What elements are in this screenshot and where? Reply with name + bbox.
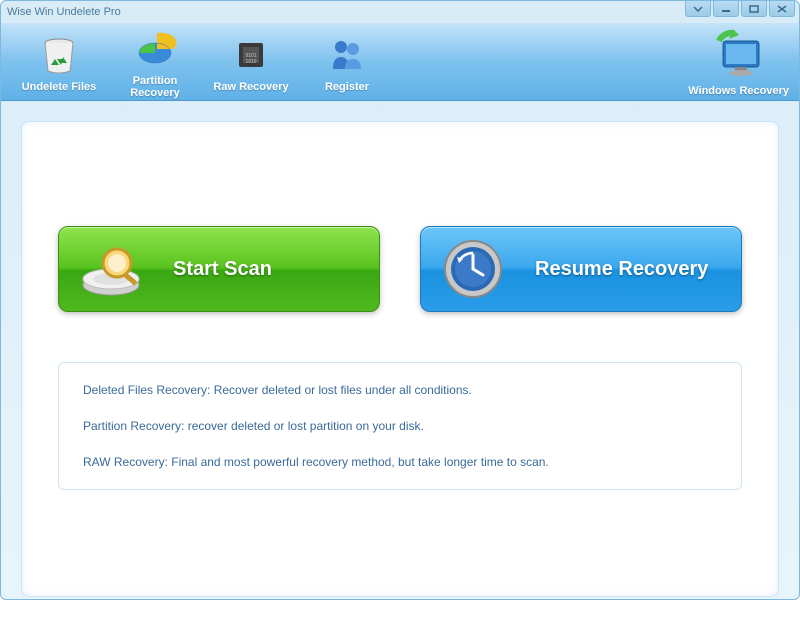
close-button[interactable] [769, 1, 795, 17]
clock-rewind-icon [441, 237, 511, 301]
tool-label: Raw Recovery [203, 81, 299, 93]
main-area: Start Scan Resume Recovery [1, 101, 799, 617]
info-line-raw: RAW Recovery: Final and most powerful re… [83, 455, 717, 469]
titlebar: Wise Win Undelete Pro [1, 1, 799, 23]
window-title: Wise Win Undelete Pro [7, 6, 121, 18]
start-scan-button[interactable]: Start Scan [58, 226, 380, 312]
monitor-refresh-icon [709, 29, 769, 85]
windows-recovery-button[interactable]: Windows Recovery [688, 29, 789, 97]
close-icon [777, 5, 787, 13]
tool-label: Partition Recovery [107, 75, 203, 99]
people-icon [323, 31, 371, 79]
minimize-button[interactable] [713, 1, 739, 17]
tool-undelete-files[interactable]: Undelete Files [11, 31, 107, 93]
resume-recovery-button[interactable]: Resume Recovery [420, 226, 742, 312]
app-window: Wise Win Undelete Pro [0, 0, 800, 600]
windows-recovery-label: Windows Recovery [688, 85, 789, 97]
chip-icon: 0101 1010 [227, 31, 275, 79]
maximize-button[interactable] [741, 1, 767, 17]
resume-recovery-label: Resume Recovery [535, 258, 708, 281]
toolbar: Undelete Files Partition Recovery 0101 [1, 23, 799, 101]
maximize-icon [749, 5, 759, 13]
minimize-icon [721, 5, 731, 13]
tool-raw-recovery[interactable]: 0101 1010 Raw Recovery [203, 31, 299, 93]
pie-chart-icon [131, 25, 179, 73]
tool-label: Undelete Files [11, 81, 107, 93]
info-box: Deleted Files Recovery: Recover deleted … [58, 362, 742, 490]
tool-label: Register [299, 81, 395, 93]
window-controls [683, 1, 795, 17]
drive-magnifier-icon [79, 237, 149, 301]
chevron-down-icon [693, 6, 703, 12]
recycle-bin-icon [35, 31, 83, 79]
collapse-button[interactable] [685, 1, 711, 17]
big-buttons-row: Start Scan Resume Recovery [58, 226, 742, 312]
content-card: Start Scan Resume Recovery [21, 121, 779, 597]
info-line-deleted: Deleted Files Recovery: Recover deleted … [83, 383, 717, 397]
start-scan-label: Start Scan [173, 258, 272, 281]
tool-register[interactable]: Register [299, 31, 395, 93]
info-line-partition: Partition Recovery: recover deleted or l… [83, 419, 717, 433]
svg-text:1010: 1010 [245, 59, 256, 65]
tool-partition-recovery[interactable]: Partition Recovery [107, 25, 203, 99]
